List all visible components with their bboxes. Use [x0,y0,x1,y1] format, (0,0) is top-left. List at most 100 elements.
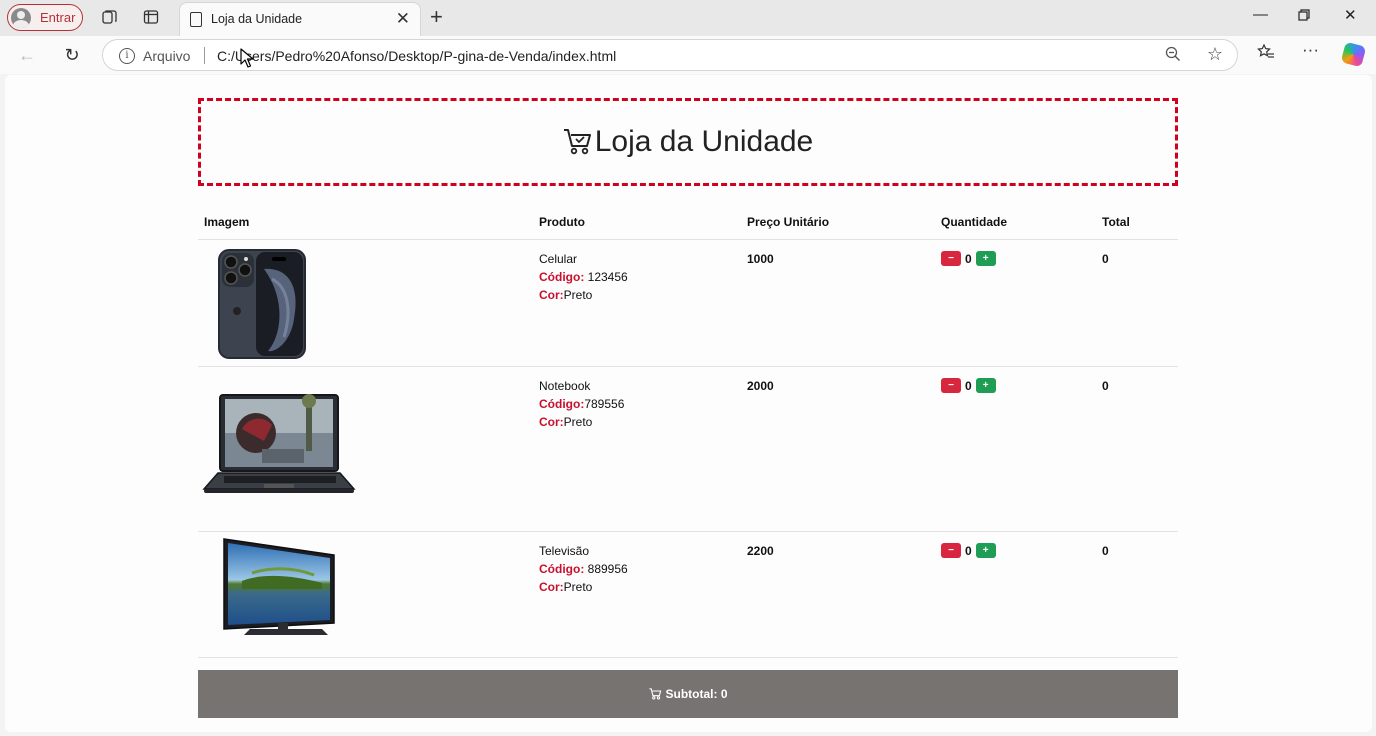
vertical-tabs-icon[interactable] [142,8,160,26]
reload-icon[interactable]: ↻ [60,43,84,67]
page-title: Loja da Unidade [563,125,813,159]
product-color: Cor:Preto [539,413,735,431]
unit-price: 2000 [747,378,774,393]
increase-quantity-button[interactable]: + [975,378,996,393]
product-color: Cor:Preto [539,286,735,304]
restore-icon[interactable] [1298,8,1310,25]
close-window-icon[interactable]: ✕ [1344,6,1357,24]
product-code: Código:789556 [539,395,735,413]
info-icon[interactable]: i [119,48,135,64]
quantity-stepper: − 0 + [941,250,1090,268]
total-cell: 0 [1096,531,1178,658]
smartphone-image [218,248,306,359]
color-value: Preto [563,579,593,594]
favorite-star-icon[interactable]: ☆ [1207,44,1223,65]
quantity-stepper: − 0 + [941,377,1090,395]
header-quantity: Quantidade [935,205,1096,240]
total-cell: 0 [1096,366,1178,532]
row-total: 0 [1102,251,1109,266]
header-product: Produto [533,205,741,240]
code-label: Código: [539,396,585,411]
profile-label: Entrar [40,10,76,25]
header-image: Imagem [198,205,533,240]
mouse-pointer-icon [240,48,254,68]
tab-strip: Entrar Loja da Unidade ✕ + — ✕ [0,0,1376,36]
quantity-cell: − 0 + [935,239,1096,367]
table-row: Notebook Código:789556 Cor:Preto 2000 − … [198,366,1178,532]
code-label: Código: [539,269,585,284]
tab-loja-da-unidade[interactable]: Loja da Unidade ✕ [179,2,421,36]
product-info-cell: Televisão Código: 889956 Cor:Preto [533,531,741,658]
quantity-stepper: − 0 + [941,542,1090,560]
back-icon[interactable]: ← [15,43,39,67]
favorites-icon[interactable] [1257,43,1275,66]
table-header-row: Imagem Produto Preço Unitário Quantidade… [198,205,1178,240]
address-url[interactable]: C:/Users/Pedro%20Afonso/Desktop/P-gina-d… [217,48,616,64]
table-row: Televisão Código: 889956 Cor:Preto 2200 … [198,531,1178,658]
row-total: 0 [1102,543,1109,558]
product-image-cell [198,531,533,658]
code-value: 123456 [584,269,628,284]
profile-avatar-icon [11,7,31,28]
page-icon [190,12,202,27]
close-tab-icon[interactable]: ✕ [396,9,410,29]
color-label: Cor: [539,287,564,302]
quantity-cell: − 0 + [935,366,1096,532]
address-separator [204,47,205,64]
cart-table: Imagem Produto Preço Unitário Quantidade… [198,205,1178,658]
subtotal-bar: Subtotal: 0 [198,670,1178,718]
color-label: Cor: [539,414,564,429]
color-value: Preto [563,414,593,429]
product-name: Notebook [539,378,591,393]
product-image-cell [198,366,533,532]
product-image-cell [198,239,533,367]
workspaces-icon[interactable] [101,8,119,26]
code-value: 889956 [584,561,628,576]
row-total: 0 [1102,378,1109,393]
increase-quantity-button[interactable]: + [975,251,996,266]
quantity-value: 0 [965,543,972,558]
page-viewport: Loja da Unidade Imagem Produto Preço Uni… [5,75,1372,732]
code-value: 789556 [584,396,625,411]
subtotal-cart-icon [649,688,661,700]
television-image [223,537,335,635]
minimize-icon[interactable]: — [1253,6,1268,23]
unit-price: 1000 [747,251,774,266]
decrease-quantity-button[interactable]: − [941,251,961,266]
address-bar[interactable]: i Arquivo C:/Users/Pedro%20Afonso/Deskto… [102,39,1238,71]
profile-button[interactable]: Entrar [7,4,83,31]
product-name: Televisão [539,543,590,558]
shopping-cart-icon [563,129,591,155]
subtotal-text: Subtotal: 0 [665,687,728,701]
unit-price-cell: 2200 [741,531,935,658]
decrease-quantity-button[interactable]: − [941,543,961,558]
product-code: Código: 123456 [539,268,735,286]
more-options-icon[interactable]: ··· [1302,40,1319,60]
color-label: Cor: [539,579,564,594]
quantity-cell: − 0 + [935,531,1096,658]
decrease-quantity-button[interactable]: − [941,378,961,393]
address-scheme: Arquivo [143,48,191,64]
header-unit-price: Preço Unitário [741,205,935,240]
header-total: Total [1096,205,1178,240]
unit-price: 2200 [747,543,774,558]
code-label: Código: [539,561,585,576]
laptop-image [202,393,356,493]
product-color: Cor:Preto [539,578,735,596]
increase-quantity-button[interactable]: + [975,543,996,558]
browser-toolbar: ← ↻ i Arquivo C:/Users/Pedro%20Afonso/De… [0,36,1376,74]
total-cell: 0 [1096,239,1178,367]
tab-title: Loja da Unidade [211,12,303,26]
table-row: Celular Código: 123456 Cor:Preto 1000 − … [198,239,1178,367]
product-info-cell: Notebook Código:789556 Cor:Preto [533,366,741,532]
quantity-value: 0 [965,251,972,266]
unit-price-cell: 1000 [741,239,935,367]
new-tab-button[interactable]: + [430,4,443,30]
color-value: Preto [563,287,593,302]
zoom-out-icon[interactable] [1165,46,1181,67]
quantity-value: 0 [965,378,972,393]
product-info-cell: Celular Código: 123456 Cor:Preto [533,239,741,367]
product-code: Código: 889956 [539,560,735,578]
product-name: Celular [539,251,578,266]
store-header: Loja da Unidade [198,98,1178,186]
